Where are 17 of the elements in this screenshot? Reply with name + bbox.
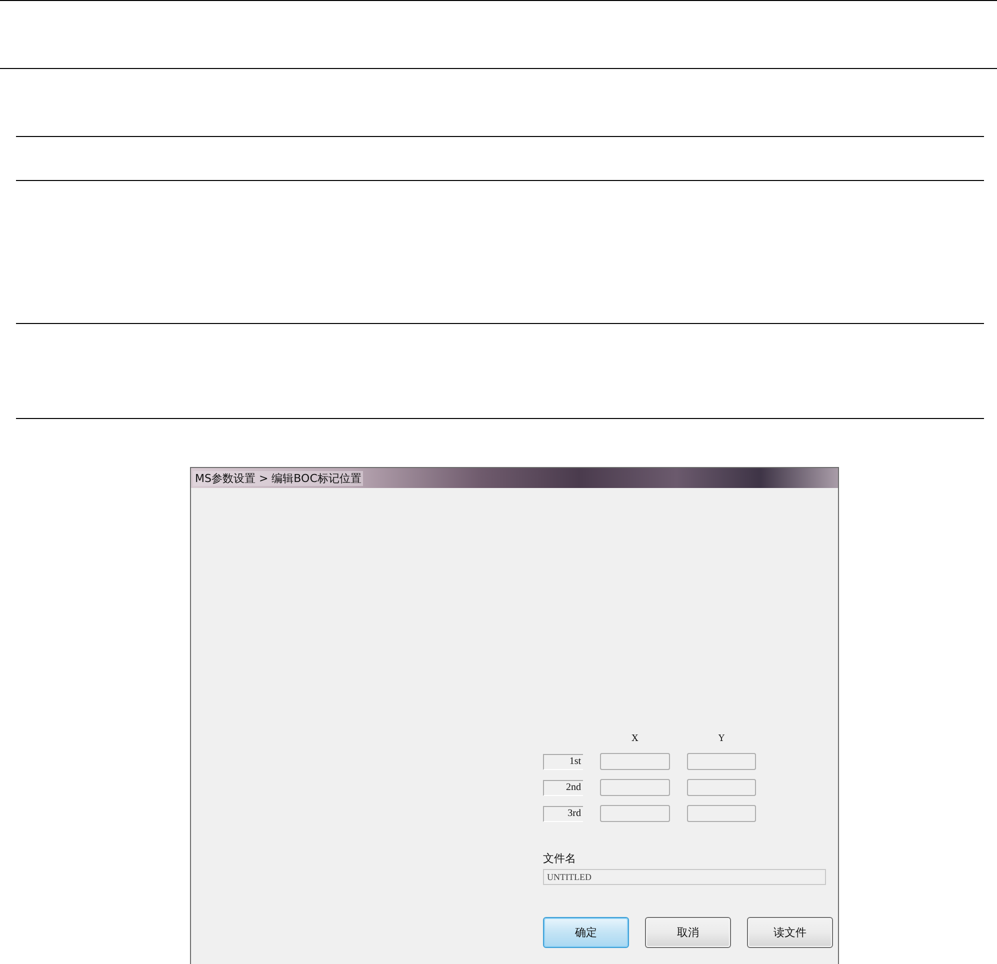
coordinate-field[interactable] <box>687 805 756 822</box>
column-header: Y <box>718 734 726 744</box>
dialog-button[interactable]: 取消 <box>645 917 731 948</box>
coordinate-field[interactable] <box>687 779 756 796</box>
row-label: 1st <box>543 754 583 770</box>
file-name-label: 文件名 <box>543 851 576 866</box>
file-name-field[interactable]: UNTITLED <box>543 869 826 885</box>
row-label: 2nd <box>543 780 583 796</box>
dialog-button[interactable]: 确定 <box>543 917 629 948</box>
dialog-button[interactable]: 读文件 <box>747 917 833 948</box>
coordinate-field[interactable] <box>600 805 670 822</box>
row-label: 3rd <box>543 806 583 822</box>
coordinate-field[interactable] <box>600 779 670 796</box>
window-title: MS参数设置 > 编辑BOC标记位置 <box>193 470 364 486</box>
column-header: X <box>630 734 640 744</box>
coordinate-field[interactable] <box>600 753 670 770</box>
coordinate-field[interactable] <box>687 753 756 770</box>
